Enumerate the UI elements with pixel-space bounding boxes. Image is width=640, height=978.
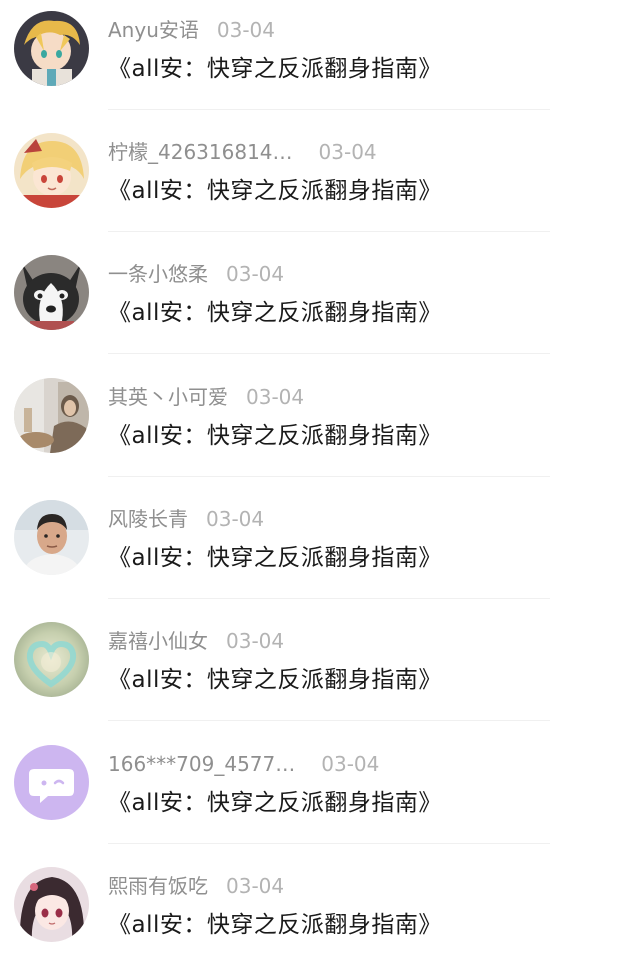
- comment-meta: 嘉禧小仙女 03-04: [108, 627, 284, 655]
- comment-text: 《all安：快穿之反派翻身指南》: [108, 790, 442, 816]
- comment-text: 《all安：快穿之反派翻身指南》: [108, 423, 442, 449]
- divider: [108, 109, 550, 110]
- username[interactable]: 风陵长青: [108, 507, 188, 531]
- comment-meta: 柠檬_426316814… 03-04: [108, 138, 377, 166]
- photo-avatar-icon[interactable]: [14, 378, 89, 453]
- anime-boy-avatar-icon[interactable]: [14, 11, 89, 86]
- comment-date: 03-04: [318, 140, 377, 164]
- comment-meta: 风陵长青 03-04: [108, 505, 264, 533]
- comment-item[interactable]: 柠檬_426316814… 03-04 《all安：快穿之反派翻身指南》: [0, 122, 640, 244]
- comment-text: 《all安：快穿之反派翻身指南》: [108, 178, 442, 204]
- username[interactable]: 其英丶小可爱: [108, 385, 228, 409]
- comment-text: 《all安：快穿之反派翻身指南》: [108, 300, 442, 326]
- username[interactable]: 熙雨有饭吃: [108, 874, 208, 898]
- username[interactable]: 166***709_4577…: [108, 752, 295, 776]
- anime-girl-dark-hair-avatar-icon[interactable]: [14, 867, 89, 942]
- heart-blur-avatar-icon[interactable]: [14, 622, 89, 697]
- divider: [108, 476, 550, 477]
- anime-girl-blonde-avatar-icon[interactable]: [14, 133, 89, 208]
- comment-item[interactable]: 熙雨有饭吃 03-04 《all安：快穿之反派翻身指南》: [0, 856, 640, 978]
- comment-meta: 其英丶小可爱 03-04: [108, 383, 304, 411]
- comment-meta: 166***709_4577… 03-04: [108, 750, 379, 778]
- comment-date: 03-04: [321, 752, 380, 776]
- divider: [108, 598, 550, 599]
- comment-text: 《all安：快穿之反派翻身指南》: [108, 545, 442, 571]
- comment-text: 《all安：快穿之反派翻身指南》: [108, 56, 442, 82]
- comment-item[interactable]: 嘉禧小仙女 03-04 《all安：快穿之反派翻身指南》: [0, 611, 640, 733]
- divider: [108, 843, 550, 844]
- comment-date: 03-04: [246, 385, 305, 409]
- comment-date: 03-04: [226, 262, 285, 286]
- username[interactable]: 嘉禧小仙女: [108, 629, 208, 653]
- comment-meta: 一条小悠柔 03-04: [108, 260, 284, 288]
- comment-meta: Anyu安语 03-04: [108, 16, 275, 44]
- username[interactable]: Anyu安语: [108, 18, 199, 42]
- husky-dog-avatar-icon[interactable]: [14, 255, 89, 330]
- comment-meta: 熙雨有饭吃 03-04: [108, 872, 284, 900]
- username[interactable]: 柠檬_426316814…: [108, 140, 293, 164]
- divider: [108, 353, 550, 354]
- chat-bubble-default-avatar-icon[interactable]: [14, 745, 89, 820]
- divider: [108, 720, 550, 721]
- divider: [108, 231, 550, 232]
- comment-date: 03-04: [226, 629, 285, 653]
- comment-item[interactable]: 166***709_4577… 03-04 《all安：快穿之反派翻身指南》: [0, 734, 640, 856]
- comment-item[interactable]: 一条小悠柔 03-04 《all安：快穿之反派翻身指南》: [0, 244, 640, 366]
- comment-text: 《all安：快穿之反派翻身指南》: [108, 667, 442, 693]
- comment-text: 《all安：快穿之反派翻身指南》: [108, 912, 442, 938]
- comment-item[interactable]: Anyu安语 03-04 《all安：快穿之反派翻身指南》: [0, 0, 640, 122]
- man-portrait-avatar-icon[interactable]: [14, 500, 89, 575]
- comment-date: 03-04: [206, 507, 265, 531]
- comment-date: 03-04: [216, 18, 275, 42]
- comment-item[interactable]: 其英丶小可爱 03-04 《all安：快穿之反派翻身指南》: [0, 367, 640, 489]
- comment-list: Anyu安语 03-04 《all安：快穿之反派翻身指南》 柠檬_42631681…: [0, 0, 640, 959]
- comment-item[interactable]: 风陵长青 03-04 《all安：快穿之反派翻身指南》: [0, 489, 640, 611]
- username[interactable]: 一条小悠柔: [108, 262, 208, 286]
- comment-date: 03-04: [226, 874, 285, 898]
